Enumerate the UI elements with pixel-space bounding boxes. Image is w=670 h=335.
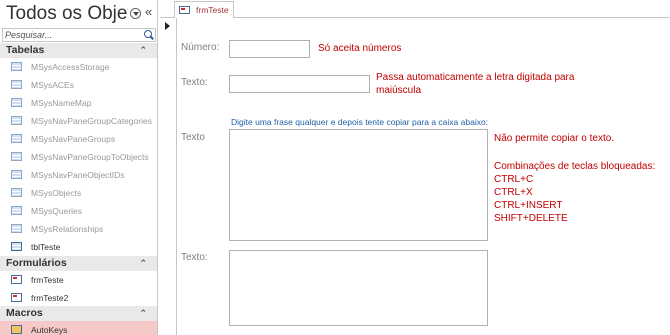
group-label: Tabelas: [6, 44, 45, 56]
group-header-forms[interactable]: Formulários ⌃: [0, 256, 157, 271]
search-placeholder: Pesquisar...: [5, 30, 53, 40]
nav-item-table[interactable]: MSysAccessStorage: [0, 58, 157, 76]
nav-menu-dropdown-icon[interactable]: [130, 8, 141, 19]
nav-item-table[interactable]: MSysNavPaneGroupCategories: [0, 112, 157, 130]
chevron-up-icon[interactable]: ⌃: [139, 306, 147, 321]
navigation-pane: Todos os Objet… « Pesquisar... Tabelas ⌃…: [0, 0, 158, 335]
item-label: MSysAccessStorage: [31, 62, 110, 72]
chevron-up-icon[interactable]: ⌃: [139, 43, 147, 58]
numero-label: Número:: [181, 42, 220, 53]
document-tab-bar: frmTeste: [160, 0, 670, 18]
nav-item-table[interactable]: MSysQueries: [0, 202, 157, 220]
item-label: MSysNavPaneGroupCategories: [31, 116, 152, 126]
search-input[interactable]: Pesquisar...: [2, 28, 156, 42]
item-label: frmTeste2: [31, 293, 69, 303]
nav-item-macro[interactable]: AutoKeys: [0, 321, 157, 335]
item-label: MSysNameMap: [31, 98, 92, 108]
group-header-tables[interactable]: Tabelas ⌃: [0, 43, 157, 58]
item-label: MSysNavPaneGroupToObjects: [31, 152, 149, 162]
macro-icon: [11, 325, 22, 334]
nav-item-form[interactable]: frmTeste2: [0, 289, 157, 307]
tab-frmteste[interactable]: frmTeste: [174, 1, 234, 18]
blocked-combos: Combinações de teclas bloqueadas: CTRL+C…: [494, 160, 655, 225]
item-label: AutoKeys: [31, 325, 68, 335]
nav-item-form[interactable]: frmTeste: [0, 271, 157, 289]
texto1-note: Passa automaticamente a letra digitada p…: [376, 71, 606, 97]
nav-item-table[interactable]: MSysNameMap: [0, 94, 157, 112]
copy-hint: Digite uma frase qualquer e depois tente…: [231, 117, 489, 127]
nav-title[interactable]: Todos os Objet…: [6, 3, 128, 25]
form-icon: [11, 275, 22, 284]
table-icon: [11, 134, 22, 143]
table-icon: [11, 242, 22, 251]
combos-title: Combinações de teclas bloqueadas:: [494, 161, 656, 172]
tab-label: frmTeste: [196, 5, 229, 15]
group-header-macros[interactable]: Macros ⌃: [0, 306, 157, 321]
item-label: MSysNavPaneObjectIDs: [31, 170, 125, 180]
item-label: MSysRelationships: [31, 224, 104, 234]
table-icon: [11, 224, 22, 233]
texto1-input[interactable]: [229, 75, 370, 93]
nav-item-table[interactable]: tblTeste: [0, 238, 157, 256]
chevron-up-icon[interactable]: ⌃: [139, 256, 147, 271]
table-icon: [11, 152, 22, 161]
form-icon: [179, 6, 190, 14]
record-selector[interactable]: [160, 18, 177, 335]
table-icon: [11, 170, 22, 179]
table-icon: [11, 188, 22, 197]
table-icon: [11, 98, 22, 107]
search-icon[interactable]: [144, 30, 152, 38]
numero-input[interactable]: [229, 40, 310, 58]
nav-item-table[interactable]: MSysNavPaneGroups: [0, 130, 157, 148]
collapse-pane-icon[interactable]: «: [145, 4, 152, 19]
texto2-textarea[interactable]: [229, 129, 488, 241]
texto3-label: Texto:: [181, 252, 208, 263]
group-label: Macros: [6, 307, 43, 319]
texto2-label: Texto: [181, 132, 205, 143]
texto1-note-line: Passa automaticamente a letra digitada p…: [376, 72, 575, 83]
nav-item-table[interactable]: MSysNavPaneObjectIDs: [0, 166, 157, 184]
item-label: MSysACEs: [31, 80, 74, 90]
combo-item: CTRL+C: [494, 174, 534, 185]
nav-item-table[interactable]: MSysNavPaneGroupToObjects: [0, 148, 157, 166]
combo-item: CTRL+X: [494, 187, 533, 198]
texto3-textarea[interactable]: [229, 250, 488, 326]
group-label: Formulários: [6, 257, 67, 269]
texto1-label: Texto:: [181, 77, 208, 88]
texto1-note-line: maiúscula: [376, 85, 422, 96]
combo-item: SHIFT+DELETE: [494, 213, 568, 224]
item-label: MSysObjects: [31, 188, 82, 198]
copy-note: Não permite copiar o texto.: [494, 133, 615, 144]
item-label: tblTeste: [31, 242, 61, 252]
combo-item: CTRL+INSERT: [494, 200, 563, 211]
table-icon: [11, 80, 22, 89]
form-icon: [11, 293, 22, 302]
table-icon: [11, 62, 22, 71]
item-label: frmTeste: [31, 275, 64, 285]
nav-header: Todos os Objet… «: [0, 0, 157, 28]
nav-item-table[interactable]: MSysRelationships: [0, 220, 157, 238]
item-label: MSysNavPaneGroups: [31, 134, 116, 144]
item-label: MSysQueries: [31, 206, 83, 216]
table-icon: [11, 116, 22, 125]
table-icon: [11, 206, 22, 215]
numero-note: Só aceita números: [318, 43, 402, 54]
nav-item-table[interactable]: MSysObjects: [0, 184, 157, 202]
nav-item-table[interactable]: MSysACEs: [0, 76, 157, 94]
